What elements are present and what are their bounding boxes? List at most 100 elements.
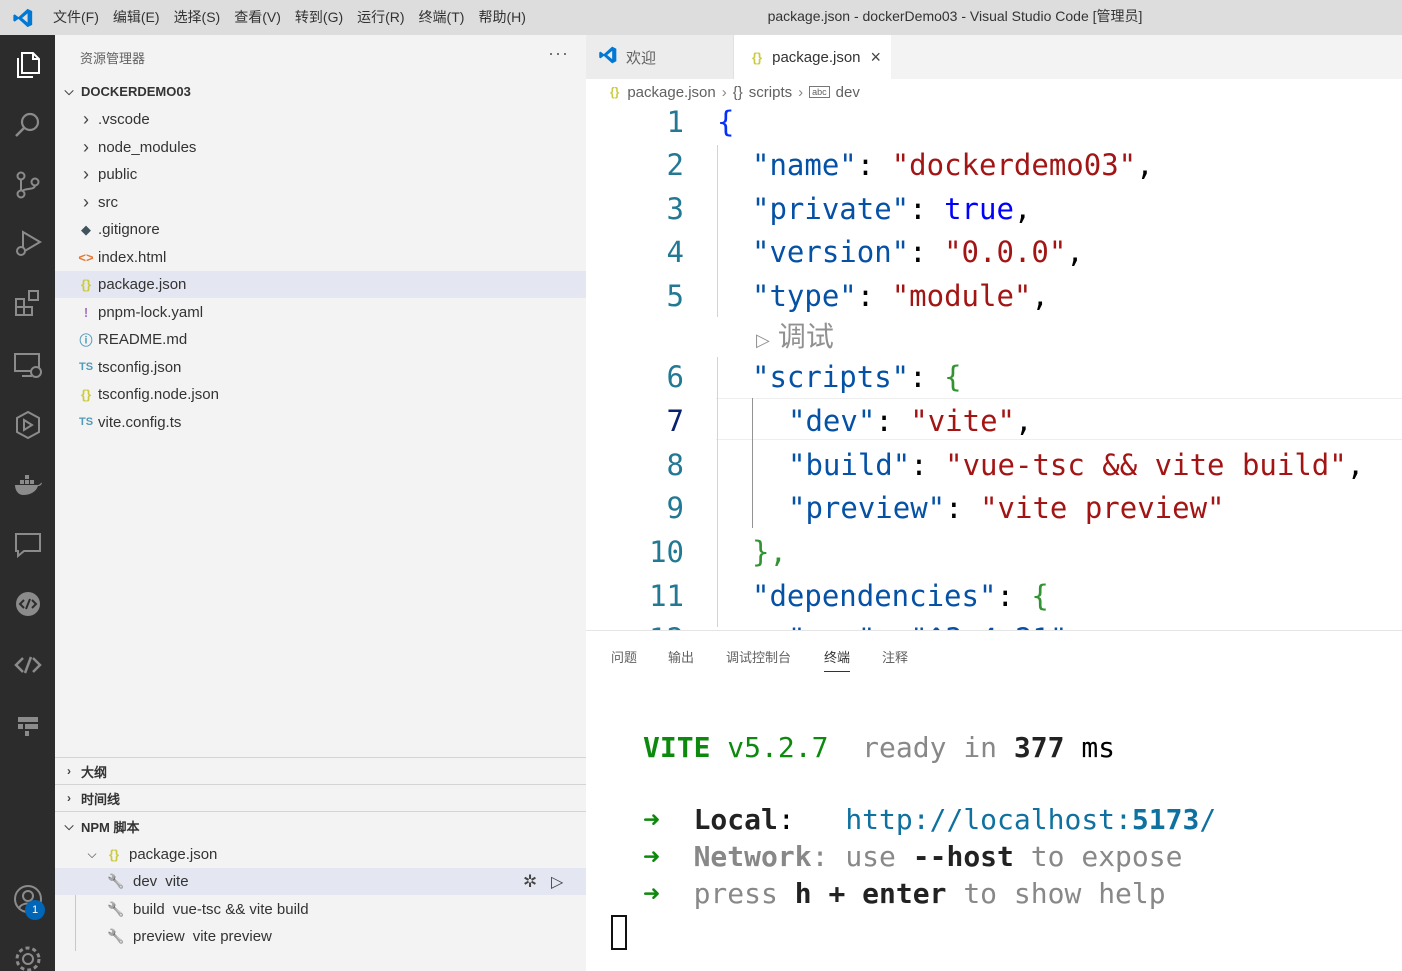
close-icon[interactable]: × [871,47,882,68]
file-item[interactable]: {} package.json [55,271,586,298]
breadcrumb-file[interactable]: package.json [627,84,715,101]
folder-item[interactable]: › src [55,189,586,216]
code-line: { [717,105,735,139]
workspace-name: DOCKERDEMO03 [81,83,191,99]
terminal[interactable]: VITE v5.2.7 ready in 377 ms ➜ Local: htt… [586,631,1402,971]
deploy-icon[interactable] [0,401,55,449]
remote-explorer-icon[interactable] [0,341,55,389]
tab-problems[interactable]: 问题 [611,647,637,666]
live-share-icon[interactable] [0,581,55,629]
menu-go[interactable]: 转到(G) [288,0,350,35]
menu-edit[interactable]: 编辑(E) [106,0,167,35]
chevron-down-icon: ⌵ [87,847,97,861]
npm-script-item[interactable]: 🔧 dev vite ✲ ▷ [55,868,586,895]
code-line: "version": "0.0.0", [752,235,1084,269]
gear-icon[interactable] [0,935,55,971]
folder-item[interactable]: › public [55,161,586,188]
terminal-line: ➜ Network: use --host to expose [643,840,1183,873]
code-line: "type": "module", [752,279,1049,313]
docker-icon[interactable] [0,461,55,509]
line-number: 7 [666,404,684,438]
script-name: dev [133,873,158,890]
tab-debug-console[interactable]: 调试控制台 [726,647,791,666]
chevron-right-icon: › [83,164,89,184]
file-label: README.md [98,331,188,348]
file-label: public [98,166,138,183]
file-item[interactable]: ⓘ README.md [55,326,586,353]
info-file-icon: ⓘ [79,333,93,348]
code-editor[interactable]: 1 2 3 4 5 6 7 8 9 10 11 12 { "name": "do… [586,105,1402,630]
search-icon[interactable] [0,101,55,149]
file-item[interactable]: {} tsconfig.node.json [55,381,586,408]
indent-guide [717,357,718,627]
tab-terminal[interactable]: 终端 [824,647,851,672]
menu-view[interactable]: 查看(V) [227,0,288,35]
bottom-panel: VITE v5.2.7 ready in 377 ms ➜ Local: htt… [586,630,1402,971]
timeline-section-header[interactable]: › 时间线 [55,785,586,811]
script-command: vite [165,873,189,890]
source-control-icon[interactable] [0,161,55,209]
chevron-right-icon: › [83,109,89,129]
chevron-right-icon: › [83,136,89,157]
npm-package-label: package.json [129,846,218,863]
folder-item[interactable]: › .vscode [55,106,586,133]
tab-output[interactable]: 输出 [668,647,694,666]
menu-terminal[interactable]: 终端(T) [412,0,472,35]
tab-comments[interactable]: 注释 [882,647,908,666]
json-file-icon: {} [108,847,120,862]
workspace-section-header[interactable]: ⌵ DOCKERDEMO03 [55,78,586,104]
file-item[interactable]: ◆ .gitignore [55,216,586,243]
debug-script-icon[interactable]: ✲ [523,872,537,892]
comments-icon[interactable] [0,521,55,569]
run-debug-icon[interactable] [0,219,55,267]
play-icon: ▷ [756,330,770,350]
string-icon: abc [809,86,830,98]
explorer-icon[interactable] [0,41,55,89]
file-item[interactable]: TS tsconfig.json [55,354,586,381]
line-number: 10 [649,535,684,569]
title-bar: 文件(F) 编辑(E) 选择(S) 查看(V) 转到(G) 运行(R) 终端(T… [0,0,1402,35]
chevron-right-icon: › [721,83,727,101]
outline-section-header[interactable]: › 大纲 [55,758,586,784]
git-file-icon: ◆ [81,221,91,237]
menu-help[interactable]: 帮助(H) [471,0,532,35]
npm-script-item[interactable]: 🔧 preview vite preview [55,923,586,950]
vscode-logo-icon [598,45,622,69]
file-label: .vscode [98,111,150,128]
ts-file-icon: TS [78,416,94,428]
menu-run[interactable]: 运行(R) [350,0,411,35]
activity-bar: 1 [0,35,55,971]
npm-script-item[interactable]: 🔧 build vue-tsc && vite build [55,896,586,923]
extensions-icon[interactable] [0,279,55,327]
menu-bar: 文件(F) 编辑(E) 选择(S) 查看(V) 转到(G) 运行(R) 终端(T… [46,0,533,35]
file-label: tsconfig.node.json [98,386,219,403]
script-name: build [133,901,165,918]
file-item[interactable]: <> index.html [55,244,586,271]
terminal-line: ➜ press h + enter to show help [643,877,1166,910]
npm-scripts-section-header[interactable]: ⌵ NPM 脚本 [55,813,586,839]
tab-welcome[interactable]: 欢迎 [586,35,734,79]
file-item[interactable]: TS vite.config.ts [55,409,586,436]
menu-selection[interactable]: 选择(S) [167,0,228,35]
more-actions-icon[interactable]: ··· [548,43,569,64]
code-line: }, [752,535,787,569]
wrench-icon: 🔧 [107,873,125,889]
tab-label: 欢迎 [626,49,657,67]
file-label: .gitignore [98,221,160,238]
script-command: vue-tsc && vite build [172,901,309,918]
pipeline-icon[interactable] [0,701,55,749]
chevron-right-icon: › [67,791,71,805]
code-icon[interactable] [0,641,55,689]
menu-file[interactable]: 文件(F) [46,0,106,35]
breadcrumb-scripts[interactable]: scripts [749,84,792,101]
debug-codelens[interactable]: ▷ 调试 [756,315,834,355]
file-label: node_modules [98,138,197,156]
breadcrumb-dev[interactable]: dev [836,84,860,101]
file-item[interactable]: ! pnpm-lock.yaml [55,299,586,326]
code-line: "build": "vue-tsc && vite build", [788,448,1365,482]
indent-guide-active [752,398,753,528]
run-script-icon[interactable]: ▷ [551,872,563,892]
npm-package-item[interactable]: ⌵ {} package.json [55,841,586,868]
tab-package-json[interactable]: {} package.json × [734,35,891,79]
folder-item[interactable]: › node_modules [55,134,586,161]
